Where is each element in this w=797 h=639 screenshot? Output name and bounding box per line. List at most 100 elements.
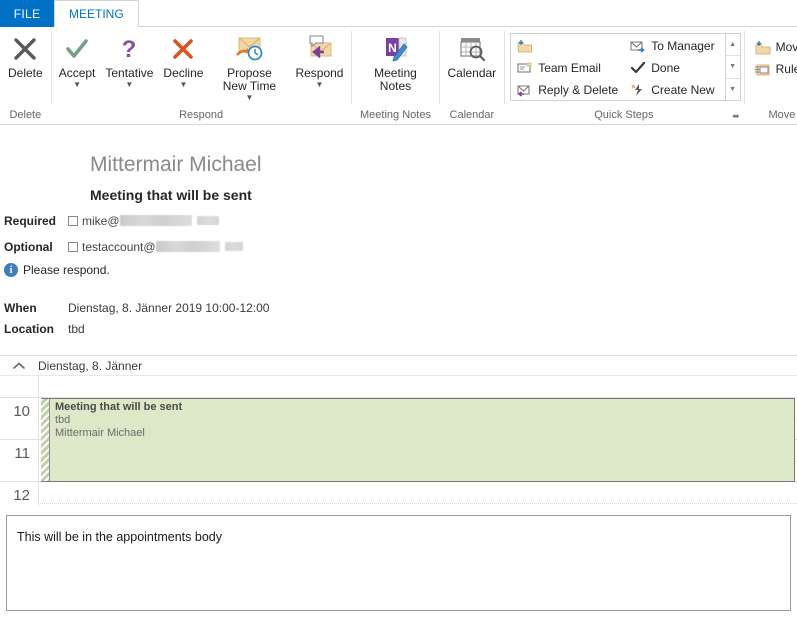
quick-step-reply-delete[interactable]: Reply & Delete <box>513 79 626 101</box>
move-button[interactable]: Move ▾ <box>753 36 797 58</box>
tab-file[interactable]: FILE <box>0 0 54 27</box>
optional-attendee-checkbox[interactable] <box>68 241 78 252</box>
quick-steps-gallery[interactable]: To Manager Team Email Done Reply & Delet… <box>510 33 741 101</box>
please-respond-bar: i Please respond. <box>2 263 797 277</box>
calendar-button[interactable]: Calendar <box>442 30 501 80</box>
accept-button-label: Accept <box>58 66 96 80</box>
appointment-title: Meeting that will be sent <box>55 401 183 413</box>
create-new-icon <box>629 83 647 97</box>
tentative-button[interactable]: ? Tentative ▼ <box>100 30 158 89</box>
appointment-organizer: Mittermair Michael <box>55 427 145 439</box>
accept-check-icon <box>64 33 90 65</box>
decline-button[interactable]: Decline ▼ <box>158 30 208 89</box>
meeting-notes-button-label: Meeting Notes <box>374 66 417 93</box>
ribbon-group-respond-label: Respond <box>179 108 224 121</box>
ribbon-group-move-label: Move <box>768 108 796 121</box>
tentative-button-label: Tentative <box>105 66 154 80</box>
move-folder-icon <box>753 40 773 55</box>
quick-steps-scroll-up-button[interactable]: ▲ <box>725 34 740 57</box>
location-label: Location <box>4 322 54 336</box>
ribbon-group-meeting-notes-label: Meeting Notes <box>360 108 431 121</box>
respond-button[interactable]: Respond ▼ <box>290 30 348 89</box>
when-label: When <box>4 301 37 315</box>
appointment-text: Meeting that will be sent tbd Mittermair… <box>55 399 794 440</box>
hour-label: 12 <box>13 487 30 504</box>
appointment-block[interactable]: Meeting that will be sent tbd Mittermair… <box>41 398 795 482</box>
ribbon-group-delete-label: Delete <box>9 108 42 121</box>
meeting-subject: Meeting that will be sent <box>90 187 252 203</box>
optional-attendee[interactable]: testaccount@ <box>68 240 243 254</box>
tentative-busy-stripe <box>41 399 50 481</box>
move-to-folder-icon <box>516 39 534 53</box>
calendar-preview: 10 11 12 Meeting that will be sent tbd M… <box>0 376 797 506</box>
ribbon-group-move: Move ▾ Rules ▾ Move <box>743 27 797 124</box>
propose-new-time-dropdown-caret[interactable]: ▼ <box>245 94 253 102</box>
when-row: When Dienstag, 8. Jänner 2019 10:00-12:0… <box>2 299 797 317</box>
day-preview-header[interactable]: Dienstag, 8. Jänner <box>0 355 797 376</box>
accept-dropdown-caret[interactable]: ▼ <box>73 81 81 89</box>
quick-steps-dialog-launcher[interactable]: ⬌ <box>729 111 740 122</box>
quick-steps-label-text: Quick Steps <box>594 108 654 121</box>
quick-steps-list: To Manager Team Email Done Reply & Delet… <box>511 34 724 100</box>
message-body[interactable]: This will be in the appointments body <box>6 515 791 611</box>
tab-bar-filler <box>138 0 797 27</box>
quick-step-reply-delete-label: Reply & Delete <box>538 83 619 97</box>
appointment-location: tbd <box>55 414 71 426</box>
ribbon: Delete Delete Accept ▼ ? Tentative ▼ Dec… <box>0 27 797 125</box>
required-label: Required <box>4 213 57 228</box>
ribbon-group-calendar: Calendar Calendar <box>439 27 504 124</box>
decline-button-label: Decline <box>163 66 204 80</box>
quick-step-move-to-folder[interactable] <box>513 35 626 57</box>
rules-icon <box>753 62 773 77</box>
decline-x-icon <box>170 33 196 65</box>
to-manager-icon <box>629 39 647 53</box>
day-preview-date: Dienstag, 8. Jänner <box>38 358 143 373</box>
delete-x-icon <box>12 33 38 65</box>
done-check-icon <box>629 61 647 75</box>
required-attendee-address: mike@ <box>82 213 120 228</box>
hour-label: 11 <box>14 445 30 462</box>
meeting-notes-button[interactable]: N Meeting Notes <box>354 30 436 93</box>
accept-button[interactable]: Accept ▼ <box>54 30 101 89</box>
quick-steps-scroll-down-button[interactable]: ▼ <box>725 56 740 79</box>
ribbon-group-delete: Delete Delete <box>0 27 51 124</box>
ribbon-group-quick-steps-label: Quick Steps ⬌ <box>504 105 743 124</box>
rules-button-label: Rules <box>775 62 797 76</box>
quick-steps-more-button[interactable]: ▼ <box>726 79 740 100</box>
delete-button[interactable]: Delete <box>3 30 48 80</box>
required-attendee-checkbox[interactable] <box>68 215 78 226</box>
tab-meeting[interactable]: MEETING <box>54 0 139 27</box>
calendar-grid: 10 11 12 Meeting that will be sent tbd M… <box>0 376 797 506</box>
svg-text:?: ? <box>122 36 137 62</box>
decline-dropdown-caret[interactable]: ▼ <box>179 81 187 89</box>
propose-new-time-button[interactable]: Propose New Time ▼ <box>208 30 290 102</box>
quick-step-team-email[interactable]: Team Email <box>513 57 626 79</box>
location-value: tbd <box>68 322 85 336</box>
respond-icon <box>304 33 334 65</box>
ribbon-group-calendar-label: Calendar <box>449 108 495 121</box>
rules-button[interactable]: Rules ▾ <box>753 58 797 80</box>
optional-attendee-redaction <box>155 241 220 252</box>
please-respond-text: Please respond. <box>23 263 110 277</box>
half-hour-line <box>38 503 797 504</box>
required-attendee[interactable]: mike@ <box>68 214 219 228</box>
move-group-buttons: Move ▾ Rules ▾ <box>747 30 797 80</box>
tentative-dropdown-caret[interactable]: ▼ <box>125 81 133 89</box>
quick-steps-scrollbar[interactable]: ▲ ▼ ▼ <box>724 34 740 100</box>
optional-attendee-redaction-2 <box>224 242 243 251</box>
organizer-name: Mittermair Michael <box>90 153 262 176</box>
respond-dropdown-caret[interactable]: ▼ <box>316 81 324 89</box>
ribbon-group-quick-steps: To Manager Team Email Done Reply & Delet… <box>504 27 743 124</box>
optional-attendee-address: testaccount@ <box>82 239 156 254</box>
calendar-hour-row[interactable] <box>0 376 797 398</box>
ribbon-tab-bar: FILE MEETING <box>0 0 797 27</box>
move-button-label: Move <box>775 40 797 54</box>
info-icon: i <box>4 263 18 277</box>
calendar-hour-row[interactable]: 12 <box>0 482 797 524</box>
collapse-chevron-icon[interactable] <box>0 361 38 370</box>
quick-step-team-email-label: Team Email <box>538 61 601 75</box>
quick-step-create-new[interactable]: Create New <box>626 79 722 101</box>
quick-step-done[interactable]: Done <box>626 57 722 79</box>
when-value: Dienstag, 8. Jänner 2019 10:00-12:00 <box>68 301 270 315</box>
quick-step-to-manager[interactable]: To Manager <box>626 35 722 57</box>
